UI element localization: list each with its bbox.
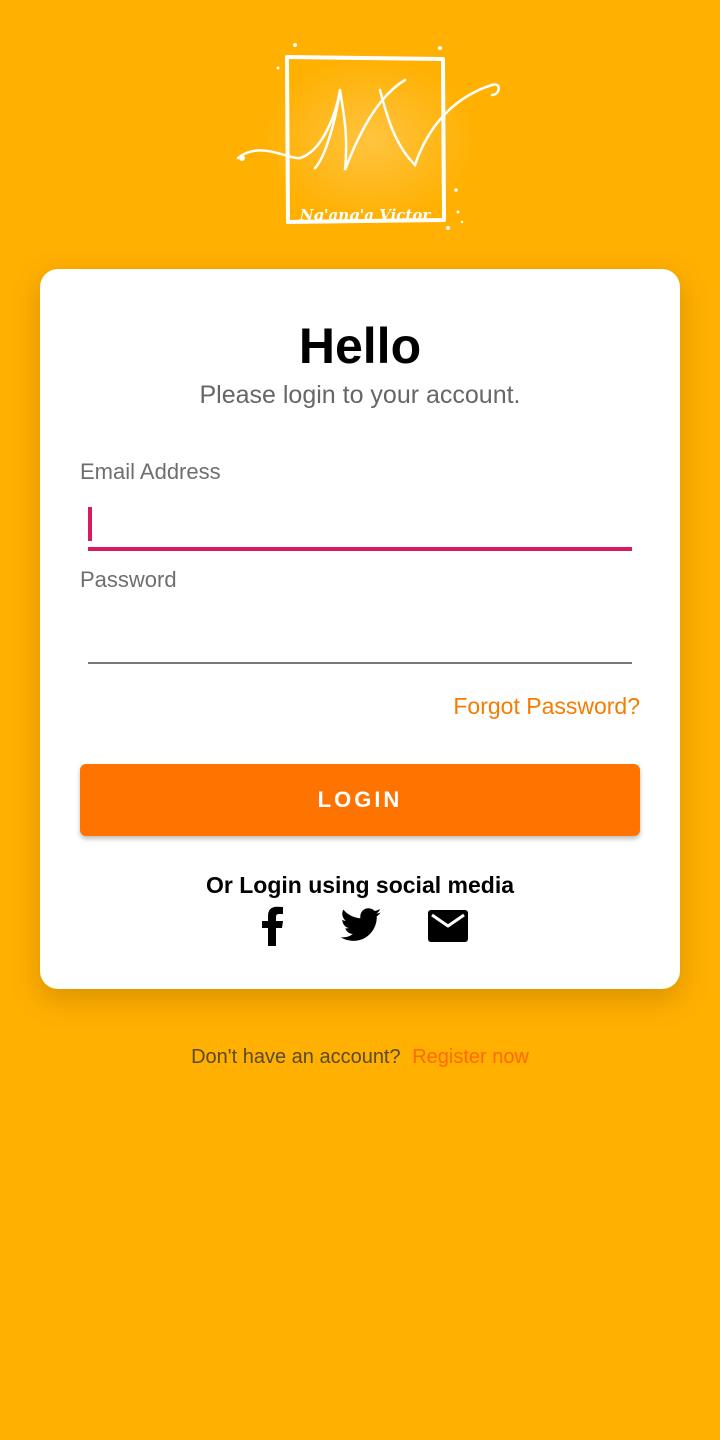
login-card: Hello Please login to your account. Emai… bbox=[40, 269, 680, 989]
logo-text: Ng'ang'a Victor bbox=[299, 206, 432, 224]
register-prompt: Don't have an account? Register now bbox=[0, 1046, 720, 1069]
register-link[interactable]: Register now bbox=[412, 1046, 529, 1068]
social-login-heading: Or Login using social media bbox=[206, 872, 514, 898]
password-label: Password bbox=[80, 567, 177, 592]
page-subtitle: Please login to your account. bbox=[199, 381, 521, 409]
text-caret bbox=[88, 507, 92, 541]
password-field[interactable] bbox=[88, 618, 632, 664]
twitter-icon[interactable] bbox=[336, 904, 382, 948]
forgot-password-link[interactable]: Forgot Password? bbox=[453, 693, 640, 720]
email-label: Email Address bbox=[80, 459, 221, 484]
nv-monogram-logo-icon: Ng'ang'a Victor bbox=[236, 43, 500, 230]
facebook-icon[interactable] bbox=[251, 904, 295, 948]
page-title: Hello bbox=[298, 318, 422, 374]
register-prompt-text: Don't have an account? bbox=[191, 1046, 401, 1068]
app-logo: Ng'ang'a Victor bbox=[230, 40, 505, 240]
mail-icon[interactable] bbox=[426, 904, 470, 948]
login-button[interactable]: LOGIN bbox=[80, 764, 640, 836]
email-field[interactable] bbox=[88, 503, 632, 551]
